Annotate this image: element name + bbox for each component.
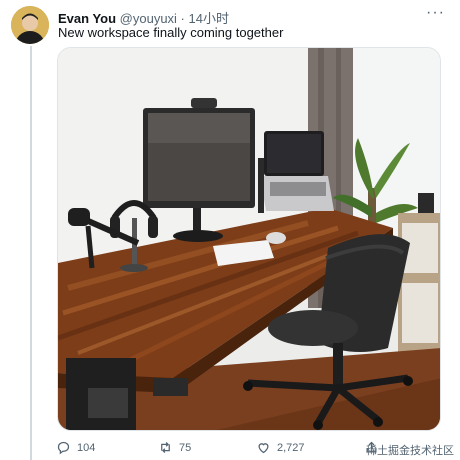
reply-icon (57, 441, 70, 455)
tweet-photo[interactable] (57, 47, 441, 431)
workspace-photo (58, 48, 440, 430)
like-action[interactable]: 2,727 (256, 440, 305, 455)
retweet-count: 75 (179, 441, 192, 454)
watermark: 稀土掘金技术社区 (366, 445, 454, 457)
reply-count: 104 (77, 441, 96, 454)
author-name[interactable]: Evan You (58, 11, 116, 26)
handle-and-time[interactable]: @youyuxi · 14小时 (120, 11, 229, 26)
reply-action[interactable]: 104 (56, 440, 95, 455)
avatar-image (11, 6, 49, 44)
like-icon (258, 443, 269, 454)
more-icon[interactable]: ··· (426, 4, 445, 22)
retweet-action[interactable]: 75 (158, 440, 191, 455)
like-count: 2,727 (277, 441, 305, 454)
thread-line (30, 46, 32, 460)
tweet-text: New workspace finally coming together (58, 25, 284, 40)
avatar[interactable] (11, 6, 49, 44)
retweet-icon (161, 442, 170, 453)
